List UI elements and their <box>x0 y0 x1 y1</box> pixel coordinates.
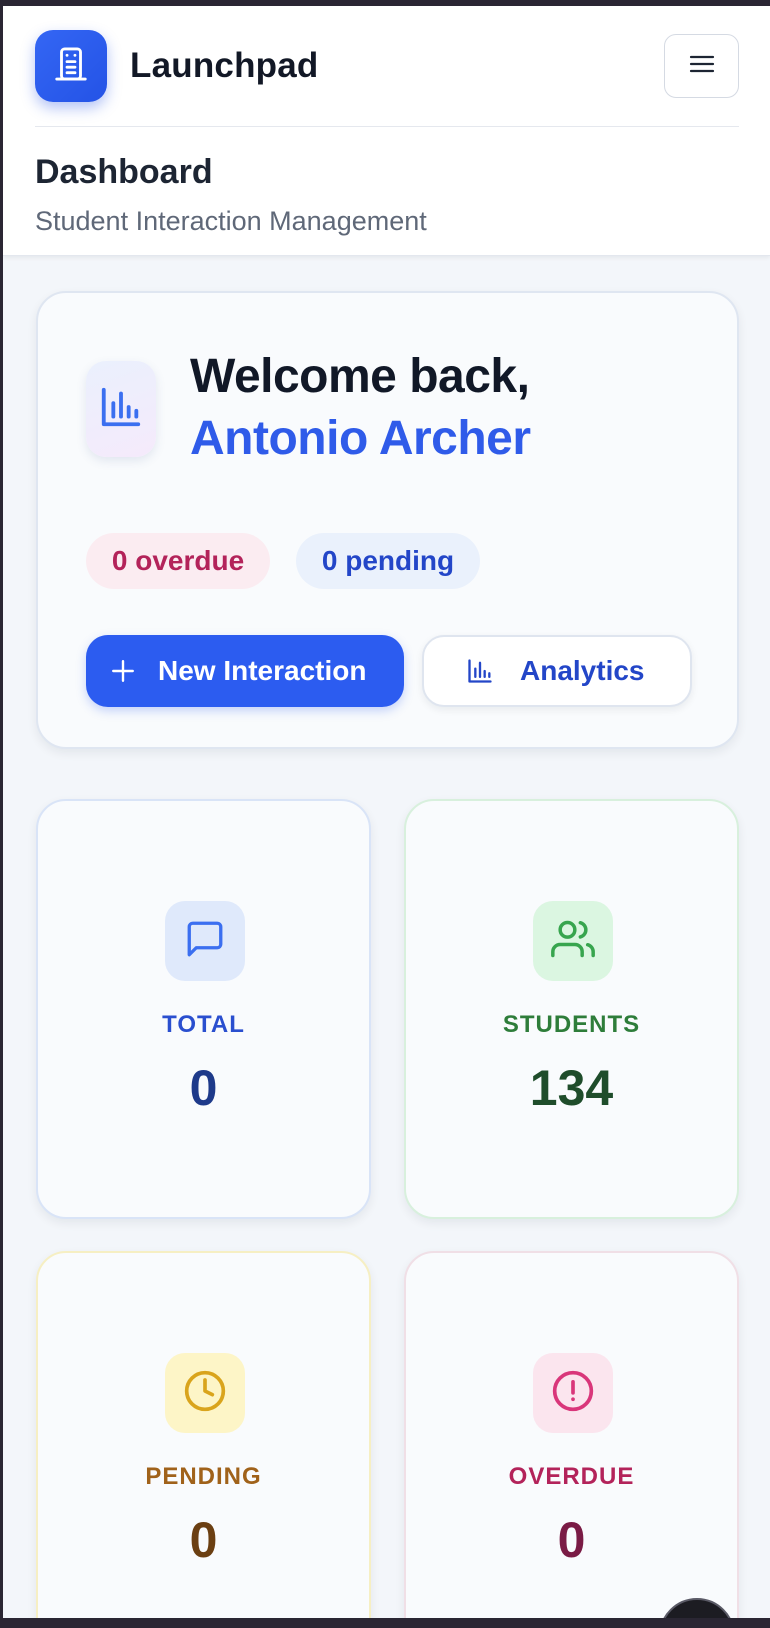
stat-value: 0 <box>557 1512 586 1568</box>
app-name: Launchpad <box>130 46 319 85</box>
overdue-pill[interactable]: 0 overdue <box>86 533 270 589</box>
stat-card-total[interactable]: TOTAL 0 <box>36 799 371 1219</box>
users-icon <box>551 917 595 966</box>
top-header: Launchpad Dashboard Student Interaction … <box>3 6 770 256</box>
welcome-greeting: Welcome back, <box>190 350 530 403</box>
stat-icon-container <box>533 1353 613 1433</box>
header-divider <box>35 126 739 127</box>
analytics-button[interactable]: Analytics <box>422 635 692 707</box>
app-screen: Launchpad Dashboard Student Interaction … <box>3 6 770 1618</box>
page-subtitle: Student Interaction Management <box>35 206 427 236</box>
welcome-badge <box>86 361 156 457</box>
stat-icon-container <box>165 901 245 981</box>
menu-button[interactable] <box>664 34 739 98</box>
stat-value: 0 <box>189 1060 218 1116</box>
stat-card-overdue[interactable]: OVERDUE 0 <box>404 1251 739 1618</box>
stat-value: 134 <box>529 1060 614 1116</box>
clock-icon <box>183 1369 227 1418</box>
bar-chart-icon <box>466 657 494 685</box>
stat-label: TOTAL <box>162 1011 245 1038</box>
building-icon <box>52 45 90 88</box>
analytics-label: Analytics <box>520 655 645 686</box>
stat-icon-container <box>533 901 613 981</box>
stat-card-pending[interactable]: PENDING 0 <box>36 1251 371 1618</box>
new-interaction-button[interactable]: New Interaction <box>86 635 404 707</box>
pending-pill[interactable]: 0 pending <box>296 533 480 589</box>
user-name: Antonio Archer <box>190 412 531 465</box>
new-interaction-label: New Interaction <box>158 655 367 686</box>
stat-value: 0 <box>189 1512 218 1568</box>
stat-card-students[interactable]: STUDENTS 134 <box>404 799 739 1219</box>
plus-icon <box>110 658 136 684</box>
alert-circle-icon <box>551 1369 595 1418</box>
stat-label: STUDENTS <box>502 1011 641 1038</box>
welcome-card: Welcome back, Antonio Archer 0 overdue 0… <box>36 291 739 749</box>
page-title: Dashboard <box>35 153 213 191</box>
message-square-icon <box>184 918 226 965</box>
app-logo[interactable] <box>35 30 107 102</box>
stat-label: PENDING <box>145 1463 262 1490</box>
bar-chart-icon <box>98 384 144 435</box>
hamburger-menu-icon <box>689 54 715 79</box>
stat-label: OVERDUE <box>508 1463 635 1490</box>
stat-icon-container <box>165 1353 245 1433</box>
